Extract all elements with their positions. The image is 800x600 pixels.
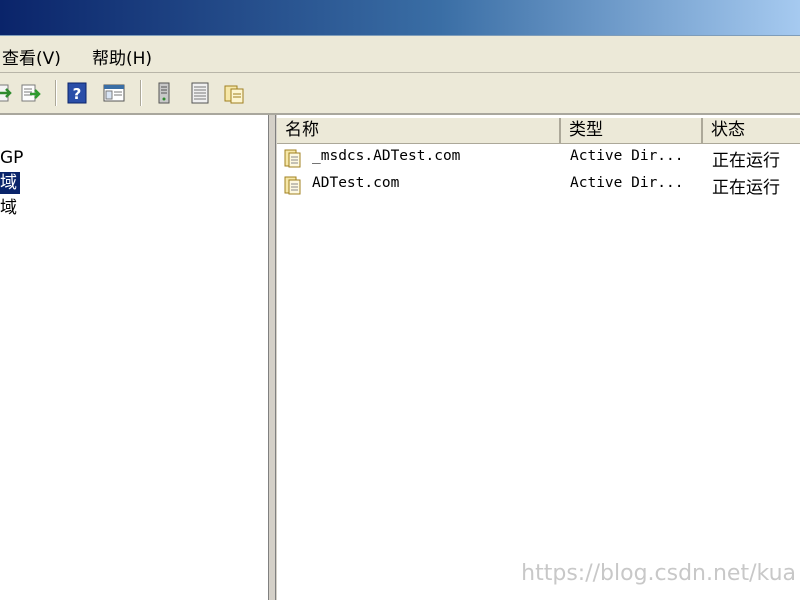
column-header-type[interactable]: 类型	[561, 118, 703, 143]
toolbar-separator	[140, 80, 142, 106]
results-list: 名称 类型 状态 _msdcs.ADTest.com Active Dir...…	[277, 115, 800, 600]
zone-type: Active Dir...	[570, 175, 684, 191]
menu-bar: 查看(V) 帮助(H)	[0, 36, 800, 73]
toolbar-separator	[55, 80, 57, 106]
help-icon[interactable]: ?	[66, 82, 88, 104]
zone-file-icon	[284, 176, 301, 195]
list-row[interactable]: _msdcs.ADTest.com Active Dir... 正在运行	[277, 145, 800, 171]
menu-help[interactable]: 帮助(H)	[92, 44, 152, 69]
zone-name: ADTest.com	[312, 175, 400, 191]
properties-icon[interactable]	[189, 82, 211, 104]
zone-name: _msdcs.ADTest.com	[312, 148, 461, 164]
pane-splitter[interactable]	[269, 115, 276, 600]
zone-status: 正在运行	[712, 151, 780, 171]
zone-type: Active Dir...	[570, 148, 684, 164]
menu-view[interactable]: 查看(V)	[2, 44, 61, 69]
zone-status: 正在运行	[712, 178, 780, 198]
tree-item-gp[interactable]: GP	[0, 147, 26, 169]
toolbar: ?	[0, 73, 800, 115]
column-header-name[interactable]: 名称	[277, 118, 561, 143]
watermark: https://blog.csdn.net/kua	[521, 561, 796, 586]
list-header: 名称 类型 状态	[277, 118, 800, 144]
back-forward-icon[interactable]	[0, 82, 14, 104]
dns-manager-window: 查看(V) 帮助(H) ? GP 域 域 名称 类型 状态 _msdcs.ADT…	[0, 0, 800, 600]
list-row[interactable]: ADTest.com Active Dir... 正在运行	[277, 172, 800, 198]
console-tree: GP 域 域	[0, 115, 269, 600]
tree-item-domain-selected[interactable]: 域	[0, 172, 20, 194]
new-zone-icon[interactable]	[223, 82, 245, 104]
title-bar[interactable]	[0, 0, 800, 36]
zone-file-icon	[284, 149, 301, 168]
export-list-icon[interactable]	[20, 82, 42, 104]
tree-item-domain[interactable]: 域	[0, 197, 20, 219]
server-icon[interactable]	[153, 82, 175, 104]
column-header-status[interactable]: 状态	[703, 118, 800, 143]
show-hide-console-tree-icon[interactable]	[103, 82, 125, 104]
svg-text:?: ?	[73, 85, 82, 103]
